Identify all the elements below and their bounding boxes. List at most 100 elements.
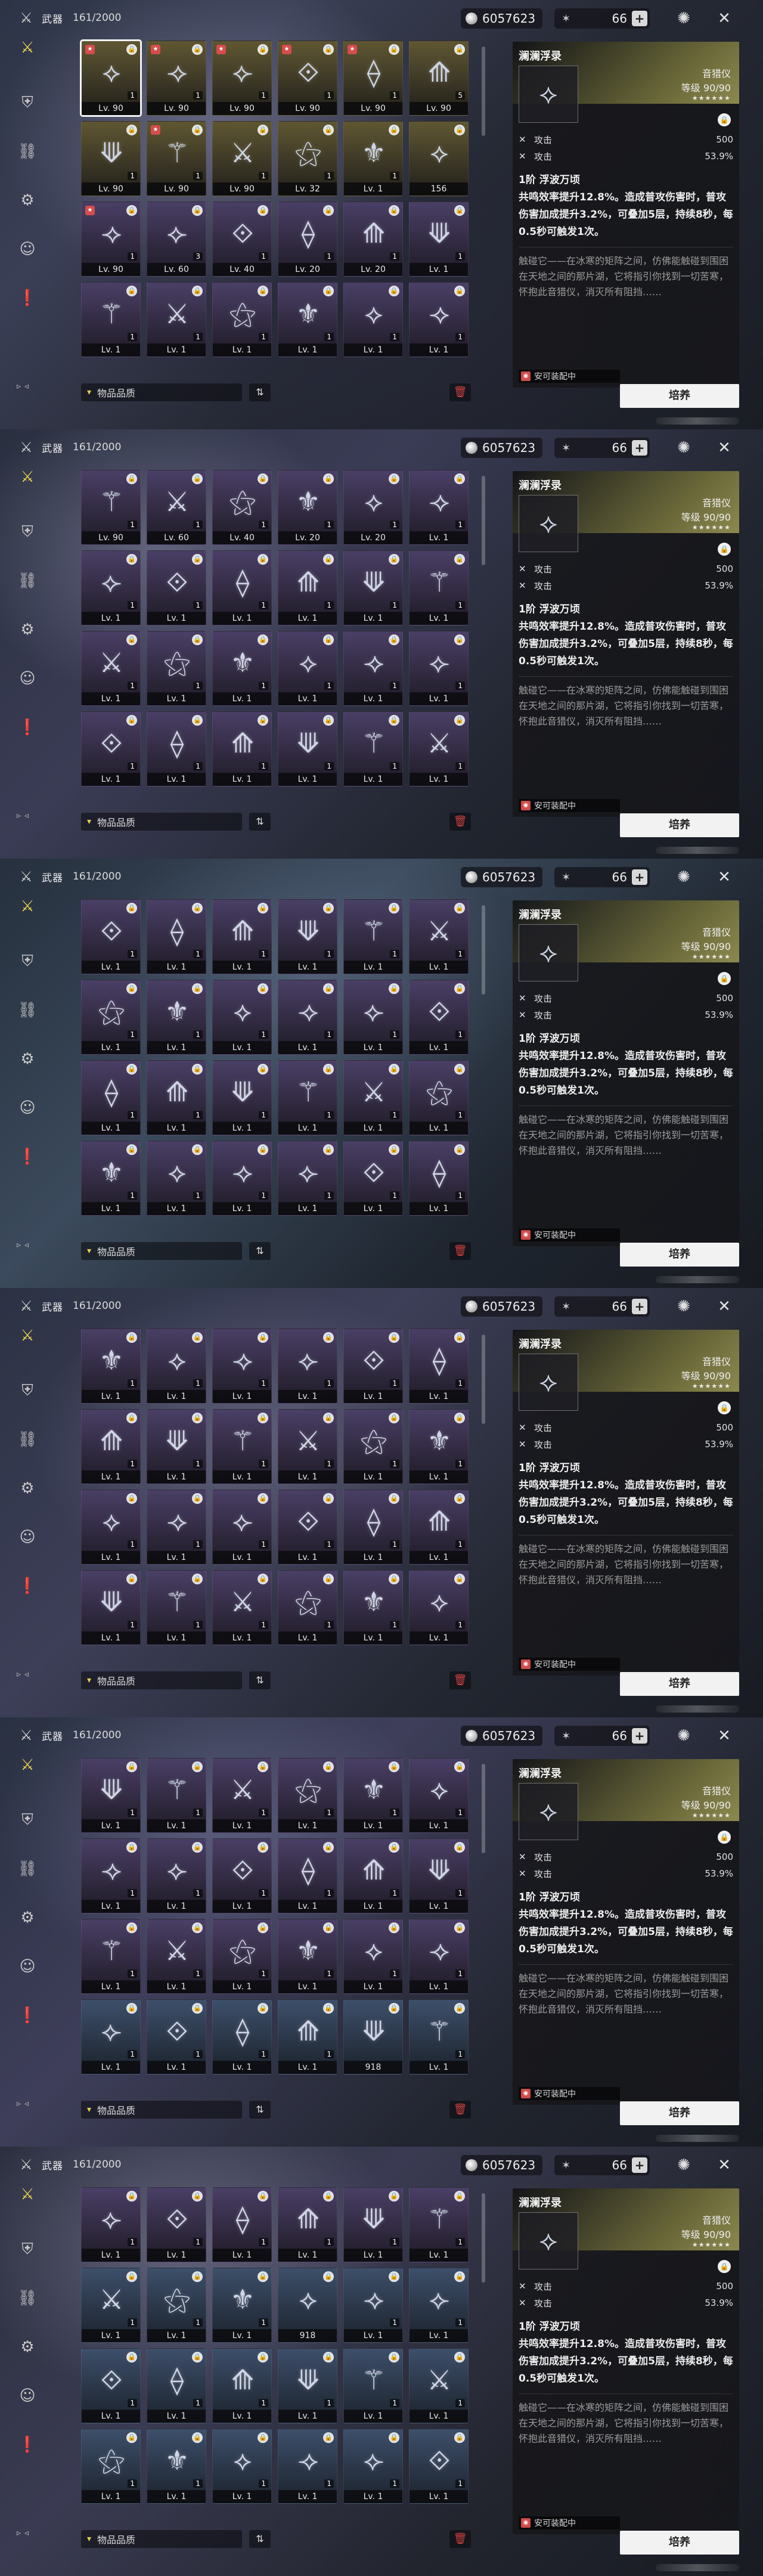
weapon-slot[interactable]: ⟠ 🔒 1 Lv. 1 <box>212 1999 272 2075</box>
weapon-slot[interactable]: ⚜ 🔒 1 Lv. 1 <box>343 121 403 196</box>
close-icon[interactable]: ✕ <box>714 1726 734 1746</box>
weapon-slot[interactable]: ⚚ 🔒 1 Lv. 1 <box>409 550 469 626</box>
weapon-slot[interactable]: ⟐ 🔒 1 Lv. 1 <box>81 711 141 787</box>
weapon-slot[interactable]: ⟠ 🔒 1 Lv. 1 <box>147 2348 206 2423</box>
weapon-slot[interactable]: ⚔ 🔒 1 Lv. 60 <box>147 470 206 545</box>
weapon-slot[interactable]: ⟐ 🔒 1 Lv. 1 <box>147 550 206 626</box>
weapon-slot[interactable]: ⟠ ★ 🔒 1 Lv. 90 <box>343 41 403 116</box>
sort-button[interactable]: ⇅ <box>249 2101 271 2119</box>
sort-button[interactable]: ⇅ <box>249 2530 271 2548</box>
weapon-slot[interactable]: ⚜ 🔒 1 Lv. 1 <box>212 631 272 706</box>
delete-button[interactable]: 🗑 <box>449 2101 471 2119</box>
weapon-slot[interactable]: ⟢ 🔒 1 Lv. 1 <box>212 1329 272 1404</box>
weapon-slot[interactable]: ⟱ 🔒 1 Lv. 1 <box>409 1838 469 1914</box>
weapon-slot[interactable]: ⟣ 🔒 1 Lv. 1 <box>278 1141 337 1216</box>
weapon-slot[interactable]: ⟣ 🔒 1 Lv. 1 <box>81 1999 141 2075</box>
weapon-slot[interactable]: ⚝ 🔒 1 Lv. 1 <box>212 282 272 357</box>
cultivate-button[interactable]: 培养 <box>620 813 739 837</box>
weapon-slot[interactable]: ⚜ 🔒 1 Lv. 1 <box>409 1409 469 1484</box>
weapon-slot[interactable]: ⟠ 🔒 1 Lv. 20 <box>278 202 337 277</box>
link-icon[interactable]: ⛓ <box>15 1428 39 1451</box>
weapon-slot[interactable]: ⚝ 🔒 1 Lv. 1 <box>81 2429 141 2504</box>
close-icon[interactable]: ✕ <box>714 867 734 887</box>
weapon-slot[interactable]: ⟱ 🔒 1 Lv. 1 <box>409 202 469 277</box>
weapon-slot[interactable]: ⟱ 🔒 1 Lv. 1 <box>343 2187 403 2262</box>
weapon-slot[interactable]: ⟡ 🔒 1 Lv. 1 <box>212 980 272 1055</box>
link-icon[interactable]: ⛓ <box>15 2286 39 2310</box>
weapon-slot[interactable]: ⟢ 🔒 1 Lv. 1 <box>278 2429 337 2504</box>
weapon-slot[interactable]: ⚝ 🔒 1 Lv. 1 <box>212 1919 272 1994</box>
compass-icon[interactable]: ✺ <box>674 1296 694 1317</box>
weapon-slot[interactable]: ⟣ 🔒 1 Lv. 1 <box>409 631 469 706</box>
add-stamina-button[interactable]: + <box>632 11 647 26</box>
weapon-slot[interactable]: ⟡ 🔒 1 Lv. 1 <box>147 1141 206 1216</box>
face-icon[interactable]: ☺ <box>15 1096 39 1120</box>
close-icon[interactable]: ✕ <box>714 2155 734 2175</box>
lock-icon[interactable]: 🔒 <box>718 1831 731 1844</box>
close-icon[interactable]: ✕ <box>714 8 734 29</box>
delete-button[interactable]: 🗑 <box>449 383 471 401</box>
weapon-slot[interactable]: ⟰ 🔒 1 Lv. 1 <box>278 550 337 626</box>
weapon-slot[interactable]: ⟣ 🔒 1 Lv. 1 <box>81 550 141 626</box>
weapon-slot[interactable]: ⟱ 🔒 1 Lv. 1 <box>147 1409 206 1484</box>
weapon-slot[interactable]: ⟡ 🔒 1 Lv. 1 <box>212 2429 272 2504</box>
grid-scrollbar[interactable] <box>482 1764 485 1853</box>
armor-icon[interactable]: ⛨ <box>15 2237 39 2261</box>
weapon-slot[interactable]: ⟡ 🔒 156 <box>409 121 469 196</box>
weapon-slot[interactable]: ⟣ 🔒 1 Lv. 1 <box>343 2429 403 2504</box>
armor-icon[interactable]: ⛨ <box>15 520 39 544</box>
swords-icon[interactable]: ⚔ <box>15 1753 39 1777</box>
add-stamina-button[interactable]: + <box>632 869 647 885</box>
gear-icon[interactable]: ⚙ <box>15 1906 39 1930</box>
weapon-slot[interactable]: ⚚ 🔒 1 Lv. 1 <box>409 2187 469 2262</box>
weapon-slot[interactable]: ⚔ 🔒 1 Lv. 90 <box>212 121 272 196</box>
compass-icon[interactable]: ✺ <box>674 438 694 458</box>
lock-icon[interactable]: 🔒 <box>718 1401 731 1414</box>
grid-scrollbar[interactable] <box>482 1335 485 1424</box>
weapon-slot[interactable]: ⚝ 🔒 1 Lv. 40 <box>212 470 272 545</box>
cultivate-button[interactable]: 培养 <box>620 2101 739 2125</box>
delete-button[interactable]: 🗑 <box>449 1242 471 1260</box>
add-stamina-button[interactable]: + <box>632 1299 647 1314</box>
weapon-slot[interactable]: ⟰ 🔒 1 Lv. 1 <box>147 1060 206 1135</box>
cultivate-button[interactable]: 培养 <box>620 384 739 408</box>
delete-button[interactable]: 🗑 <box>449 813 471 831</box>
weapon-slot[interactable]: ⟐ 🔒 1 Lv. 1 <box>81 899 141 974</box>
weapon-slot[interactable]: ⟡ 🔒 1 Lv. 1 <box>343 282 403 357</box>
weapon-slot[interactable]: ⚜ 🔒 1 Lv. 1 <box>81 1329 141 1404</box>
weapon-slot[interactable]: ⚝ 🔒 1 Lv. 1 <box>409 1060 469 1135</box>
weapon-slot[interactable]: ⟠ 🔒 1 Lv. 1 <box>212 550 272 626</box>
weapon-slot[interactable]: ⚔ 🔒 1 Lv. 1 <box>343 1060 403 1135</box>
cultivate-button[interactable]: 培养 <box>620 2531 739 2555</box>
weapon-slot[interactable]: ⚜ 🔒 1 Lv. 1 <box>81 1141 141 1216</box>
weapon-slot[interactable]: ⟰ 🔒 1 Lv. 1 <box>409 1490 469 1565</box>
weapon-slot[interactable]: ⚚ 🔒 1 Lv. 1 <box>147 1758 206 1833</box>
weapon-slot[interactable]: ⟰ 🔒 1 Lv. 1 <box>278 1999 337 2075</box>
weapon-slot[interactable]: ⟐ 🔒 1 Lv. 1 <box>212 1838 272 1914</box>
close-icon[interactable]: ✕ <box>714 1296 734 1317</box>
weapon-slot[interactable]: ⟢ 🔒 1 Lv. 1 <box>409 1919 469 1994</box>
weapon-slot[interactable]: ⟡ 🔒 1 Lv. 1 <box>409 1570 469 1645</box>
quality-filter[interactable]: ▾ 物品品质 <box>81 1671 242 1689</box>
compass-icon[interactable]: ✺ <box>674 8 694 29</box>
weapon-slot[interactable]: ⟰ 🔒 1 Lv. 1 <box>212 2348 272 2423</box>
weapon-slot[interactable]: ⚜ 🔒 1 Lv. 1 <box>278 1919 337 1994</box>
weapon-slot[interactable]: ⟡ 🔒 918 <box>278 2268 337 2343</box>
collapse-toggle[interactable]: ▹ ◃ <box>17 1240 29 1250</box>
weapon-slot[interactable]: ⚚ 🔒 1 Lv. 1 <box>343 2348 403 2423</box>
weapon-slot[interactable]: ⟐ 🔒 1 Lv. 1 <box>278 1490 337 1565</box>
weapon-slot[interactable]: ⚔ 🔒 1 Lv. 1 <box>147 1919 206 1994</box>
swords-icon[interactable]: ⚔ <box>15 36 39 60</box>
lock-icon[interactable]: 🔒 <box>718 113 731 126</box>
face-icon[interactable]: ☺ <box>15 1525 39 1549</box>
gear-icon[interactable]: ⚙ <box>15 1476 39 1500</box>
weapon-slot[interactable]: ⟰ 🔒 5 Lv. 90 <box>409 41 469 116</box>
cultivate-button[interactable]: 培养 <box>620 1243 739 1267</box>
weapon-slot[interactable]: ⟰ 🔒 1 Lv. 1 <box>81 1409 141 1484</box>
weapon-slot[interactable]: ⚔ 🔒 1 Lv. 1 <box>81 631 141 706</box>
weapon-slot[interactable]: ⚔ 🔒 1 Lv. 1 <box>212 1570 272 1645</box>
quality-filter[interactable]: ▾ 物品品质 <box>81 383 242 401</box>
weapon-slot[interactable]: ⟠ 🔒 1 Lv. 1 <box>147 899 206 974</box>
weapon-slot[interactable]: ⚚ 🔒 1 Lv. 1 <box>409 1999 469 2075</box>
weapon-slot[interactable]: ⟰ 🔒 1 Lv. 20 <box>343 202 403 277</box>
